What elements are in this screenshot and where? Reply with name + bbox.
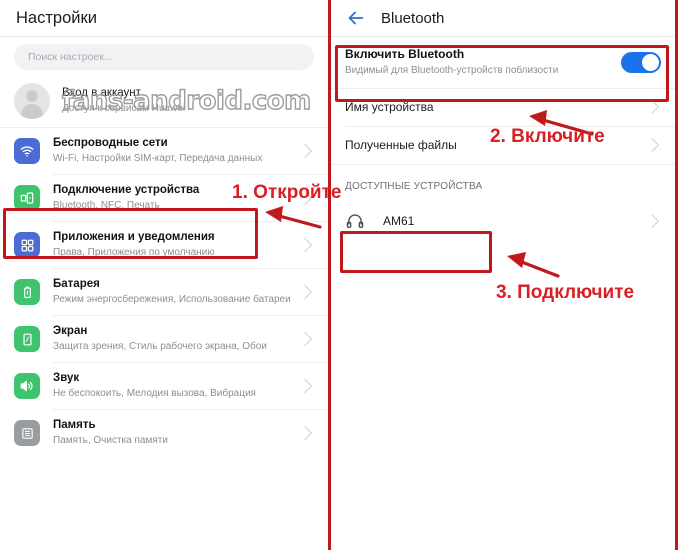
- device-row-am61[interactable]: AM61: [331, 200, 675, 241]
- search-placeholder: Поиск настроек...: [28, 51, 113, 63]
- bluetooth-row-received-files[interactable]: Полученные файлы: [331, 126, 675, 164]
- settings-item-subtitle: Защита зрения, Стиль рабочего экрана, Об…: [53, 341, 267, 353]
- account-subtitle: Доступ к сервисам Huawei: [62, 103, 186, 114]
- settings-item-display[interactable]: Экран Защита зрения, Стиль рабочего экра…: [0, 316, 328, 362]
- headphones-icon: [345, 211, 365, 231]
- screenshot-root: Настройки Поиск настроек... Вход в аккау…: [0, 0, 678, 550]
- battery-icon: [14, 279, 40, 305]
- settings-item-apps[interactable]: Приложения и уведомления Права, Приложен…: [0, 222, 328, 268]
- chevron-right-icon: [644, 137, 660, 153]
- page-title: Bluetooth: [381, 9, 445, 27]
- settings-item-title: Память: [53, 419, 96, 432]
- section-header-label: ДОСТУПНЫЕ УСТРОЙСТВА: [345, 180, 483, 192]
- settings-item-subtitle: Не беспокоить, Мелодия вызова, Вибрация: [53, 388, 256, 400]
- settings-item-subtitle: Права, Приложения по умолчанию: [53, 247, 215, 259]
- device-name: AM61: [383, 213, 415, 228]
- chevron-right-icon: [297, 237, 313, 253]
- settings-item-title: Приложения и уведомления: [53, 231, 215, 244]
- settings-item-subtitle: Память, Очистка памяти: [53, 435, 168, 447]
- settings-item-text: Подключение устройства Bluetooth, NFC, П…: [53, 183, 300, 213]
- settings-item-text: Батарея Режим энергосбережения, Использо…: [53, 277, 300, 307]
- chevron-right-icon: [297, 143, 313, 159]
- row-label: Имя устройства: [345, 100, 434, 114]
- bluetooth-toggle-switch[interactable]: [621, 52, 661, 73]
- sound-icon: [14, 373, 40, 399]
- bluetooth-toggle-subtitle: Видимый для Bluetooth-устройств поблизос…: [345, 65, 559, 76]
- settings-header: Настройки: [0, 0, 328, 36]
- device-connection-icon: [14, 185, 40, 211]
- search-container: Поиск настроек...: [0, 37, 328, 79]
- page-title: Настройки: [16, 8, 97, 27]
- settings-item-title: Подключение устройства: [53, 184, 200, 197]
- settings-item-subtitle: Режим энергосбережения, Использование ба…: [53, 294, 291, 306]
- settings-item-wireless[interactable]: Беспроводные сети Wi-Fi, Настройки SIM-к…: [0, 128, 328, 174]
- settings-list: Беспроводные сети Wi-Fi, Настройки SIM-к…: [0, 128, 328, 456]
- account-text: Вход в аккаунт Доступ к сервисам Huawei: [62, 86, 185, 116]
- settings-item-subtitle: Wi-Fi, Настройки SIM-карт, Передача данн…: [53, 153, 263, 165]
- bluetooth-toggle-row[interactable]: Включить Bluetooth Видимый для Bluetooth…: [331, 37, 675, 88]
- chevron-right-icon: [297, 425, 313, 441]
- settings-item-subtitle: Bluetooth, NFC, Печать: [53, 200, 160, 212]
- settings-item-title: Звук: [53, 372, 80, 385]
- search-input[interactable]: Поиск настроек...: [14, 44, 314, 70]
- bluetooth-header: Bluetooth: [331, 0, 675, 36]
- toggle-knob: [642, 54, 659, 71]
- chevron-right-icon: [297, 378, 313, 394]
- settings-item-device-connection[interactable]: Подключение устройства Bluetooth, NFC, П…: [0, 175, 328, 221]
- back-arrow-icon[interactable]: [345, 7, 367, 29]
- account-row[interactable]: Вход в аккаунт Доступ к сервисам Huawei: [0, 79, 328, 127]
- settings-item-sound[interactable]: Звук Не беспокоить, Мелодия вызова, Вибр…: [0, 363, 328, 409]
- settings-item-title: Беспроводные сети: [53, 137, 168, 150]
- bluetooth-toggle-text: Включить Bluetooth Видимый для Bluetooth…: [345, 46, 621, 78]
- wifi-icon: [14, 138, 40, 164]
- settings-item-battery[interactable]: Батарея Режим энергосбережения, Использо…: [0, 269, 328, 315]
- avatar: [14, 83, 50, 119]
- settings-item-text: Экран Защита зрения, Стиль рабочего экра…: [53, 324, 300, 354]
- storage-icon: [14, 420, 40, 446]
- settings-item-title: Батарея: [53, 278, 100, 291]
- display-icon: [14, 326, 40, 352]
- bluetooth-row-device-name[interactable]: Имя устройства: [331, 88, 675, 126]
- chevron-right-icon: [644, 99, 660, 115]
- settings-item-title: Экран: [53, 325, 88, 338]
- available-devices-header: ДОСТУПНЫЕ УСТРОЙСТВА: [331, 164, 675, 201]
- settings-item-storage[interactable]: Память Память, Очистка памяти: [0, 410, 328, 456]
- chevron-right-icon: [297, 284, 313, 300]
- settings-item-text: Память Память, Очистка памяти: [53, 418, 300, 448]
- bluetooth-panel: Bluetooth Включить Bluetooth Видимый для…: [331, 0, 678, 550]
- account-title: Вход в аккаунт: [62, 87, 141, 99]
- row-label: Полученные файлы: [345, 138, 457, 152]
- settings-item-text: Приложения и уведомления Права, Приложен…: [53, 230, 300, 260]
- bluetooth-toggle-title: Включить Bluetooth: [345, 47, 465, 61]
- settings-item-text: Беспроводные сети Wi-Fi, Настройки SIM-к…: [53, 136, 300, 166]
- settings-panel: Настройки Поиск настроек... Вход в аккау…: [0, 0, 331, 550]
- apps-icon: [14, 232, 40, 258]
- chevron-right-icon: [297, 331, 313, 347]
- settings-item-text: Звук Не беспокоить, Мелодия вызова, Вибр…: [53, 371, 300, 401]
- chevron-right-icon: [644, 213, 660, 228]
- chevron-right-icon: [297, 190, 313, 206]
